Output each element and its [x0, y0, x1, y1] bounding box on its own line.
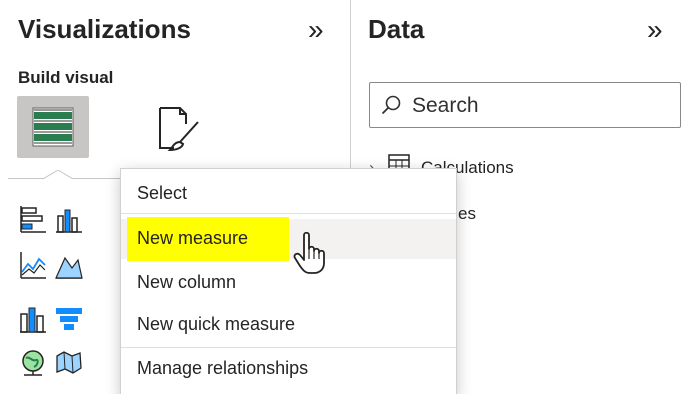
stacked-bar-chart-icon[interactable]: [18, 204, 48, 234]
menu-item-label: New column: [137, 272, 237, 292]
shape-map-icon[interactable]: [54, 348, 84, 378]
context-menu: Select New measure New column New quick …: [120, 168, 457, 394]
menu-separator: [121, 213, 456, 214]
table-visual-icon: [32, 107, 74, 147]
format-visual-tab[interactable]: [150, 104, 206, 152]
menu-item-new-quick-measure[interactable]: New quick measure: [121, 305, 456, 345]
search-icon: [381, 95, 401, 115]
globe-map-icon[interactable]: [18, 348, 48, 378]
clustered-column-chart-icon[interactable]: [54, 204, 84, 234]
menu-item-label: New measure: [137, 228, 249, 248]
format-paintbrush-icon: [159, 107, 199, 152]
visualizations-title: Visualizations: [18, 14, 191, 44]
search-placeholder: Search: [412, 94, 479, 117]
menu-item-manage-relationships[interactable]: Manage relationships: [121, 349, 456, 389]
menu-item-label: Manage relationships: [137, 358, 309, 378]
hand-cursor-icon: [293, 231, 325, 274]
build-visual-tab[interactable]: [17, 96, 89, 158]
funnel-chart-icon[interactable]: [54, 304, 84, 334]
data-title: Data: [368, 14, 425, 44]
menu-separator: [121, 347, 456, 348]
build-visual-label: Build visual: [18, 68, 114, 87]
area-chart-icon[interactable]: [54, 250, 84, 280]
tree-item-partial[interactable]: es: [458, 204, 476, 224]
collapse-data-button[interactable]: »: [647, 14, 663, 46]
menu-header: Select: [137, 183, 188, 203]
search-input[interactable]: Search: [369, 82, 681, 128]
menu-item-new-measure[interactable]: New measure: [121, 217, 456, 261]
collapse-visualizations-button[interactable]: »: [308, 14, 324, 46]
active-tab-indicator: [43, 170, 73, 186]
menu-item-new-column[interactable]: New column: [121, 263, 456, 303]
menu-item-label: New quick measure: [137, 314, 296, 334]
ribbon-chart-icon[interactable]: [18, 304, 48, 334]
line-chart-icon[interactable]: [18, 250, 48, 280]
